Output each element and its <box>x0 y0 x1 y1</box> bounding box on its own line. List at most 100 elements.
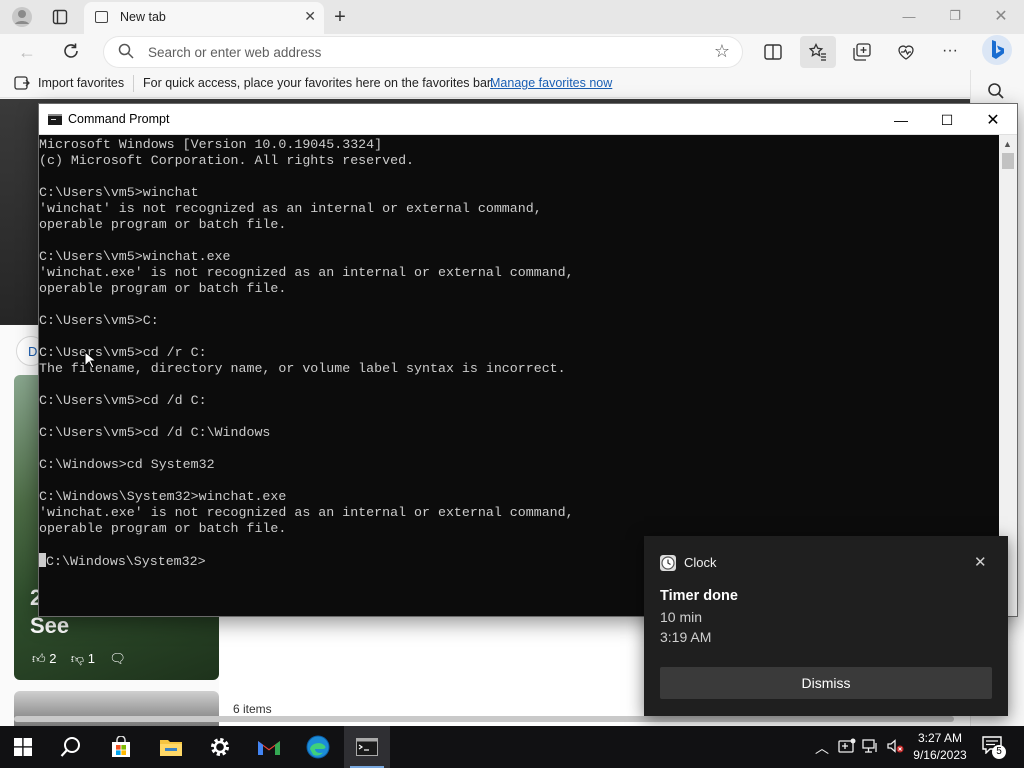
cmd-window-title: Command Prompt <box>68 112 170 126</box>
restore-window-icon[interactable]: ❐ <box>940 4 970 28</box>
cmd-maximize-icon[interactable]: ☐ <box>927 108 967 132</box>
clock-app-icon <box>660 555 676 571</box>
network-icon[interactable] <box>862 738 880 757</box>
console-line: C:\Users\vm5>winchat.exe <box>39 249 231 264</box>
like-count: 2 <box>49 651 57 666</box>
console-line: operable program or batch file. <box>39 521 287 536</box>
add-favorite-star-icon[interactable]: ☆ <box>714 41 730 62</box>
notification-close-icon[interactable]: ✕ <box>974 553 987 571</box>
thumbs-up-icon[interactable]: 👍︎ <box>32 651 46 666</box>
cmd-app-icon <box>48 114 62 125</box>
console-line: C:\Users\vm5>cd /d C:\Windows <box>39 425 271 440</box>
start-button[interactable] <box>0 726 46 768</box>
taskbar-search-button[interactable] <box>48 726 94 768</box>
taskbar-file-explorer-button[interactable] <box>148 726 194 768</box>
items-count: 6 items <box>233 702 272 716</box>
notification-title: Timer done <box>660 588 738 604</box>
favorites-icon[interactable] <box>800 36 836 68</box>
new-tab-favicon-icon <box>95 11 108 23</box>
horizontal-scrollbar[interactable] <box>14 716 954 722</box>
console-line: (c) Microsoft Corporation. All rights re… <box>39 153 415 168</box>
taskbar-clock[interactable]: 3:27 AM 9/16/2023 <box>906 730 974 764</box>
cmd-close-icon[interactable]: ✕ <box>973 108 1013 132</box>
taskbar-store-button[interactable] <box>98 726 144 768</box>
address-placeholder: Search or enter web address <box>148 45 322 60</box>
mouse-pointer-icon <box>84 351 96 369</box>
show-hidden-icons-chevron-icon[interactable]: ︿ <box>815 738 829 758</box>
more-options-icon[interactable]: ··· <box>937 38 963 64</box>
back-arrow-icon[interactable]: ← <box>14 39 40 65</box>
notification-count-badge: 5 <box>992 745 1006 759</box>
search-icon <box>118 43 134 59</box>
bing-copilot-icon[interactable] <box>982 35 1012 65</box>
taskbar-edge-button[interactable] <box>295 726 341 768</box>
taskbar-settings-button[interactable] <box>197 726 243 768</box>
scrollbar-thumb[interactable] <box>1002 153 1014 169</box>
tab-actions-icon[interactable] <box>48 5 72 29</box>
browser-essentials-icon[interactable] <box>893 39 919 65</box>
favorites-bar-divider <box>133 75 134 92</box>
console-line: The filename, directory name, or volume … <box>39 361 566 376</box>
comment-icon[interactable]: 🗨︎ <box>109 651 126 666</box>
profile-avatar-icon[interactable] <box>10 5 34 29</box>
thumbs-down-icon[interactable]: 👎︎ <box>71 651 84 666</box>
console-line: C:\Users\vm5>cd /r C: <box>39 345 207 360</box>
volume-muted-icon[interactable] <box>886 738 904 757</box>
command-prompt-icon <box>356 738 378 756</box>
console-line: 'winchat.exe' is not recognized as an in… <box>39 265 574 280</box>
clock-time: 3:27 AM <box>917 731 963 745</box>
minimize-window-icon[interactable]: — <box>894 4 924 28</box>
console-line: Microsoft Windows [Version 10.0.19045.33… <box>39 137 383 152</box>
console-line: 'winchat' is not recognized as an intern… <box>39 201 542 216</box>
news-card-headline: See <box>30 613 70 638</box>
scroll-up-arrow-icon[interactable]: ▲ <box>1003 139 1012 149</box>
notification-duration: 10 min <box>660 609 703 625</box>
tab-title: New tab <box>120 10 166 24</box>
cmd-minimize-icon[interactable]: — <box>881 108 921 132</box>
console-line: 'winchat.exe' is not recognized as an in… <box>39 505 574 520</box>
console-line: operable program or batch file. <box>39 281 287 296</box>
notification-time: 3:19 AM <box>660 629 712 645</box>
import-favorites-icon <box>14 76 30 90</box>
news-card-reactions: 👍︎ 2 👎︎ 1 🗨︎ <box>32 651 126 667</box>
favorites-bar: Import favorites For quick access, place… <box>0 70 970 98</box>
split-screen-icon[interactable] <box>760 39 786 65</box>
console-line: C:\Users\vm5>cd /d C: <box>39 393 207 408</box>
console-line: C:\Users\vm5>C: <box>39 313 159 328</box>
taskbar-gmail-button[interactable] <box>246 726 292 768</box>
windows-logo-icon <box>14 738 32 756</box>
cmd-title-bar[interactable]: Command Prompt — ☐ ✕ <box>39 104 1017 135</box>
browser-toolbar: ← Search or enter web address ☆ ··· <box>0 34 1024 70</box>
close-tab-icon[interactable]: ✕ <box>304 8 316 25</box>
address-bar[interactable]: Search or enter web address ☆ <box>104 37 742 67</box>
collections-icon[interactable] <box>849 39 875 65</box>
timer-notification[interactable]: Clock ✕ Timer done 10 min 3:19 AM Dismis… <box>644 536 1008 716</box>
clock-date: 9/16/2023 <box>913 748 967 762</box>
import-favorites-button[interactable]: Import favorites <box>38 76 124 90</box>
refresh-icon[interactable] <box>58 38 84 64</box>
file-explorer-icon <box>160 740 182 756</box>
console-line: operable program or batch file. <box>39 217 287 232</box>
tab-new-tab[interactable]: New tab ✕ <box>84 2 324 34</box>
dismiss-button[interactable]: Dismiss <box>660 667 992 699</box>
taskbar-search-icon <box>60 737 80 757</box>
taskbar-command-prompt-button[interactable] <box>344 726 390 768</box>
gmail-icon <box>258 741 280 755</box>
sidebar-search-icon[interactable] <box>987 82 1005 100</box>
console-line: C:\Windows\System32>winchat.exe <box>39 489 287 504</box>
action-center-button[interactable]: 5 <box>982 736 1006 759</box>
browser-tab-bar: New tab ✕ + — ❐ ✕ <box>0 0 1024 34</box>
console-line: C:\Users\vm5>winchat <box>39 185 199 200</box>
manage-favorites-link[interactable]: Manage favorites now <box>490 76 612 90</box>
close-window-icon[interactable]: ✕ <box>986 4 1016 28</box>
microsoft-store-icon <box>112 736 130 757</box>
tray-app-icon[interactable] <box>838 738 856 757</box>
console-prompt: C:\Windows\System32> <box>46 554 206 569</box>
new-tab-plus-icon[interactable]: + <box>328 5 352 29</box>
